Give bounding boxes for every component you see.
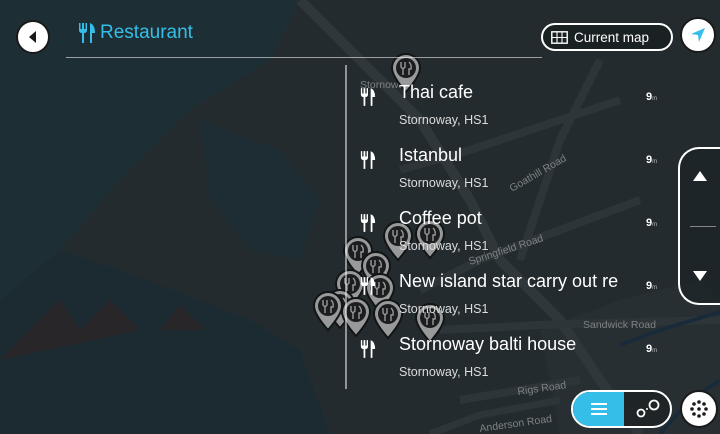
fork-knife-icon [360, 151, 376, 169]
current-map-button[interactable]: Current map [541, 23, 673, 51]
scroll-divider [690, 226, 716, 227]
route-points-icon [636, 399, 660, 418]
map-icon [551, 30, 568, 44]
list-divider [345, 65, 347, 389]
scroll-up-button[interactable] [680, 151, 720, 201]
arrow-left-icon [29, 31, 36, 43]
chevron-down-icon [693, 271, 707, 281]
distance-unit: m [652, 159, 658, 165]
locate-button[interactable] [680, 17, 716, 53]
result-name: Coffee pot [399, 208, 482, 228]
result-name: New island star carry out re [399, 271, 619, 291]
scroll-control [678, 147, 720, 305]
map-view-button[interactable] [624, 392, 670, 426]
navigation-screen: Stornoway Goathill Road Springfield Road… [0, 0, 720, 434]
distance-unit: m [652, 96, 658, 102]
result-name: Istanbul [399, 145, 463, 165]
result-address: Stornoway, HS1 [399, 113, 489, 127]
main-menu-button[interactable] [680, 390, 718, 428]
list-view-button[interactable] [573, 392, 624, 426]
fork-knife-icon [360, 340, 376, 358]
result-name: Stornoway balti house [399, 334, 577, 354]
result-distance: 9m [646, 91, 657, 103]
result-address: Stornoway, HS1 [399, 302, 489, 316]
distance-unit: m [652, 222, 658, 228]
result-address: Stornoway, HS1 [399, 239, 489, 253]
result-address: Stornoway, HS1 [399, 176, 489, 190]
search-input[interactable]: Restaurant [100, 22, 193, 44]
view-toggle [571, 390, 672, 428]
result-item[interactable]: New island star carry out re Stornoway, … [350, 263, 670, 326]
menu-dots-icon [690, 400, 708, 418]
result-distance: 9m [646, 280, 657, 292]
distance-unit: m [652, 348, 658, 354]
fork-knife-icon [79, 23, 95, 43]
chevron-up-icon [693, 171, 707, 181]
result-item[interactable]: Thai cafe Stornoway, HS1 9m [350, 74, 670, 137]
distance-unit: m [652, 285, 658, 291]
list-icon [590, 403, 607, 415]
result-item[interactable]: Stornoway balti house Stornoway, HS1 9m [350, 326, 670, 389]
scroll-down-button[interactable] [680, 251, 720, 301]
result-item[interactable]: Istanbul Stornoway, HS1 9m [350, 137, 670, 200]
fork-knife-icon [360, 277, 376, 295]
current-map-label: Current map [574, 29, 650, 45]
navigation-arrow-icon [691, 28, 705, 42]
results-list: Thai cafe Stornoway, HS1 9m Istanbul Sto… [350, 74, 670, 389]
result-item[interactable]: Coffee pot Stornoway, HS1 9m [350, 200, 670, 263]
result-distance: 9m [646, 217, 657, 229]
result-name: Thai cafe [399, 82, 474, 102]
back-button[interactable] [16, 20, 50, 54]
result-distance: 9m [646, 343, 657, 355]
fork-knife-icon [360, 88, 376, 106]
search-bar[interactable]: Restaurant [66, 14, 542, 58]
result-distance: 9m [646, 154, 657, 166]
fork-knife-icon [360, 214, 376, 232]
result-address: Stornoway, HS1 [399, 365, 489, 379]
